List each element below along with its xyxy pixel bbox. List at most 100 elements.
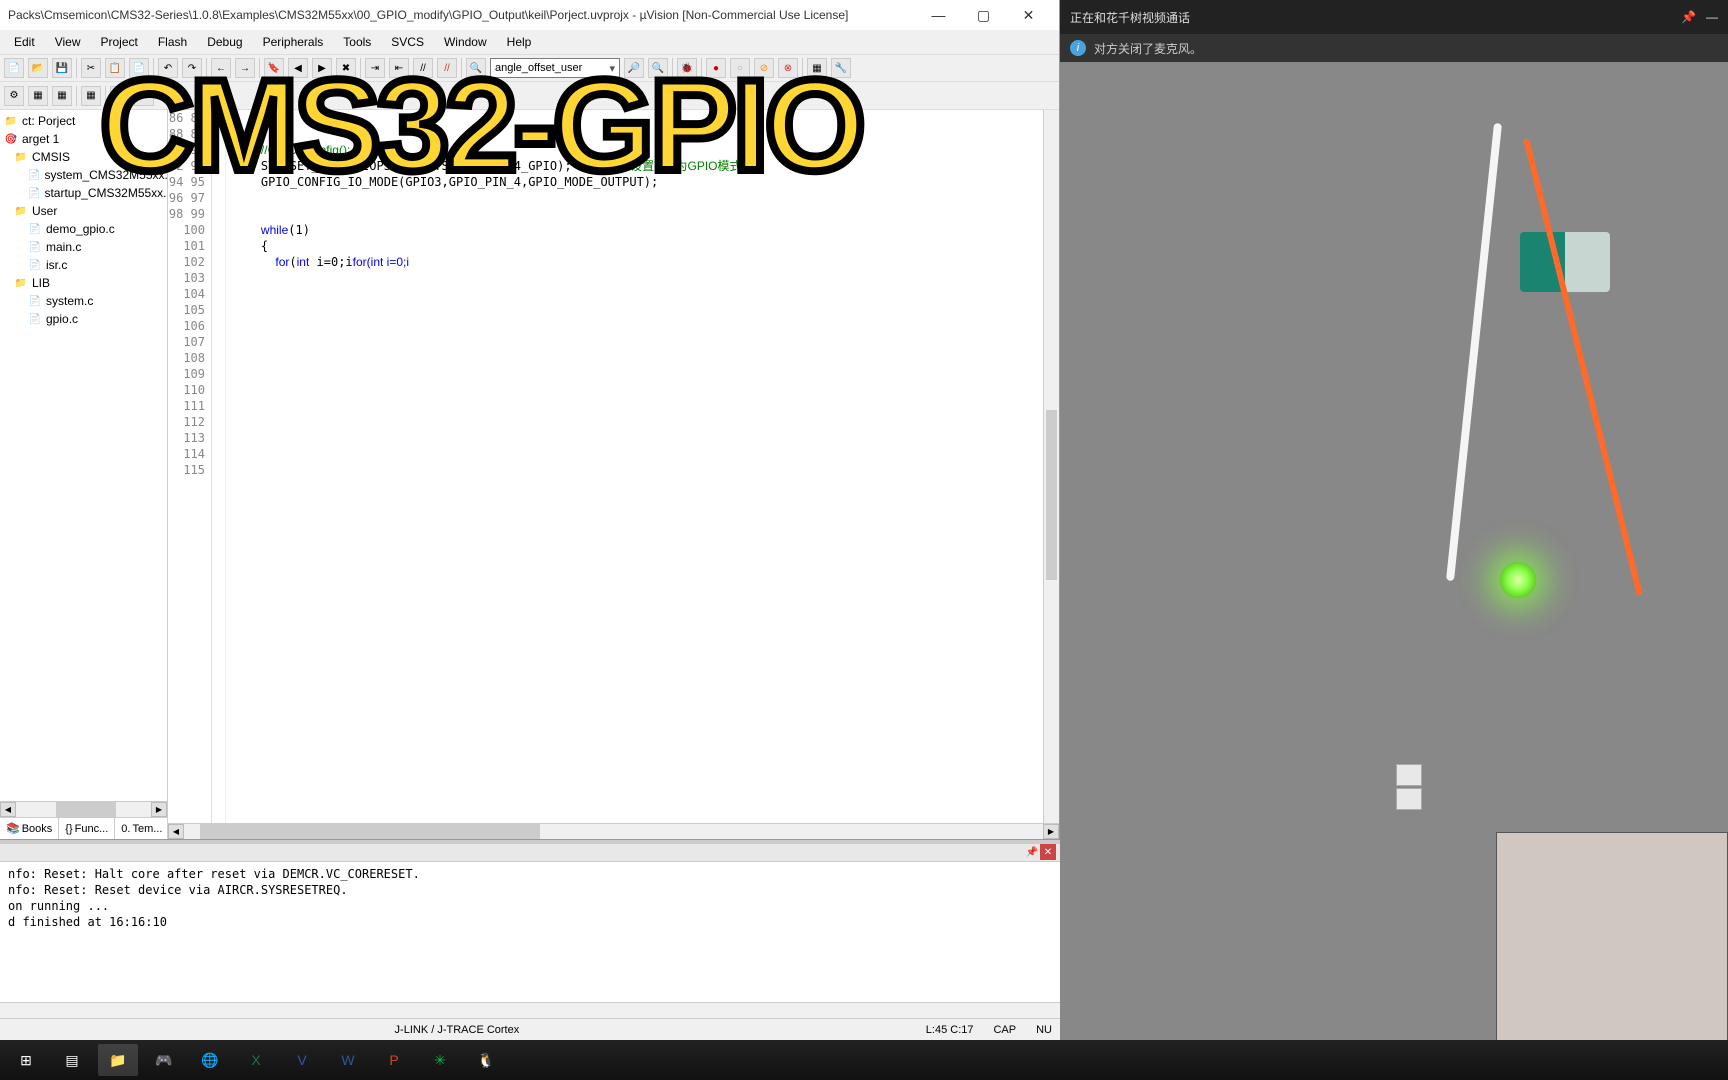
menu-edit[interactable]: Edit <box>4 32 45 52</box>
tree-group-user[interactable]: 📁User <box>0 202 167 220</box>
minimize-button[interactable]: — <box>916 0 961 30</box>
bookmark-next-button[interactable]: ▶ <box>312 58 332 78</box>
download-button[interactable]: LOAD <box>110 86 130 106</box>
scroll-right-icon[interactable]: ▶ <box>1043 824 1059 839</box>
save-button[interactable]: 💾 <box>52 58 72 78</box>
config-button[interactable]: 🔧 <box>831 58 851 78</box>
menu-debug[interactable]: Debug <box>197 32 252 52</box>
tree-group-lib[interactable]: 📁LIB <box>0 274 167 292</box>
fold-gutter[interactable] <box>212 110 226 823</box>
taskview-button[interactable]: ▤ <box>52 1044 92 1076</box>
build-batch-button[interactable]: ▦ <box>81 86 101 106</box>
uncomment-button[interactable]: // <box>437 58 457 78</box>
tab-templates[interactable]: 0.Tem... <box>115 818 169 839</box>
c-file-icon: 📄 <box>28 312 42 326</box>
tree-project-root[interactable]: 📁ct: Porject <box>0 112 167 130</box>
tree-file[interactable]: 📄demo_gpio.c <box>0 220 167 238</box>
bookmark-clear-button[interactable]: ✖ <box>336 58 356 78</box>
project-tree[interactable]: 📁ct: Porject 🎯arget 1 📁CMSIS 📄system_CMS… <box>0 110 167 801</box>
target-options-button[interactable]: ⚙ <box>134 86 154 106</box>
tree-file[interactable]: 📄system_CMS32M55xx.c <box>0 166 167 184</box>
breakpoint-button[interactable]: ● <box>706 58 726 78</box>
editor-hscrollbar[interactable]: ◀ ▶ <box>168 823 1059 839</box>
code-editor[interactable]: 86 87 88 89 90 91 92 93 94 95 96 97 98 9… <box>168 110 1059 823</box>
xbox-taskbar-icon[interactable]: 🎮 <box>144 1044 184 1076</box>
tree-group-cmsis[interactable]: 📁CMSIS <box>0 148 167 166</box>
explorer-taskbar-icon[interactable]: 📁 <box>98 1044 138 1076</box>
excel-taskbar-icon[interactable]: X <box>236 1044 276 1076</box>
menu-view[interactable]: View <box>45 32 91 52</box>
scroll-right-icon[interactable]: ▶ <box>151 802 167 817</box>
rebuild-button[interactable]: ▦ <box>52 86 72 106</box>
debug-button[interactable]: 🐞 <box>677 58 697 78</box>
menu-flash[interactable]: Flash <box>148 32 197 52</box>
scroll-thumb[interactable] <box>200 824 540 839</box>
pin-icon[interactable]: 📌 <box>1681 10 1696 24</box>
tree-target[interactable]: 🎯arget 1 <box>0 130 167 148</box>
close-button[interactable]: ✕ <box>1006 0 1051 30</box>
minimize-icon[interactable]: — <box>1706 10 1718 24</box>
menu-peripherals[interactable]: Peripherals <box>253 32 334 52</box>
redo-button[interactable]: ↷ <box>182 58 202 78</box>
tab-books[interactable]: 📚Books <box>0 818 59 839</box>
menu-project[interactable]: Project <box>90 32 147 52</box>
start-button[interactable]: ⊞ <box>6 1044 46 1076</box>
build-button[interactable]: ▦ <box>28 86 48 106</box>
wechat-taskbar-icon[interactable]: ✳ <box>420 1044 460 1076</box>
remote-video[interactable] <box>1060 62 1728 1080</box>
c-file-icon: 📄 <box>28 168 40 182</box>
ppt-taskbar-icon[interactable]: P <box>374 1044 414 1076</box>
bp-disable-button[interactable]: ○ <box>730 58 750 78</box>
output-text[interactable]: nfo: Reset: Halt core after reset via DE… <box>0 862 1060 1002</box>
translate-button[interactable]: ⚙ <box>4 86 24 106</box>
scroll-left-icon[interactable]: ◀ <box>0 802 16 817</box>
scroll-thumb[interactable] <box>1046 410 1057 580</box>
visio-taskbar-icon[interactable]: V <box>282 1044 322 1076</box>
separator <box>259 58 260 78</box>
incremental-find-button[interactable]: 🔍 <box>648 58 668 78</box>
bp-kill-button[interactable]: ⊘ <box>754 58 774 78</box>
window-layout-button[interactable]: ▦ <box>807 58 827 78</box>
code-text[interactable]: //GPIO_Config(); SYS_SET_IOCFG(IOP34CFG,… <box>226 110 1043 823</box>
cut-button[interactable]: ✂ <box>81 58 101 78</box>
word-taskbar-icon[interactable]: W <box>328 1044 368 1076</box>
outdent-button[interactable]: ⇤ <box>389 58 409 78</box>
view-button-2[interactable] <box>1396 788 1422 810</box>
bp-all-button[interactable]: ⊗ <box>778 58 798 78</box>
copy-button[interactable]: 📋 <box>105 58 125 78</box>
output-hscrollbar[interactable] <box>0 1002 1060 1018</box>
tree-file[interactable]: 📄isr.c <box>0 256 167 274</box>
bookmark-button[interactable]: 🔖 <box>264 58 284 78</box>
tree-file[interactable]: 📄startup_CMS32M55xx.s <box>0 184 167 202</box>
open-button[interactable]: 📂 <box>28 58 48 78</box>
bookmark-prev-button[interactable]: ◀ <box>288 58 308 78</box>
menu-help[interactable]: Help <box>497 32 542 52</box>
tab-functions[interactable]: {}Func... <box>59 818 115 839</box>
tree-hscrollbar[interactable]: ◀ ▶ <box>0 801 167 817</box>
qq-taskbar-icon[interactable]: 🐧 <box>466 1044 506 1076</box>
new-file-button[interactable]: 📄 <box>4 58 24 78</box>
menu-svcs[interactable]: SVCS <box>381 32 434 52</box>
indent-button[interactable]: ⇥ <box>365 58 385 78</box>
view-button-1[interactable] <box>1396 764 1422 786</box>
nav-back-button[interactable]: ← <box>211 58 231 78</box>
maximize-button[interactable]: ▢ <box>961 0 1006 30</box>
editor-vscrollbar[interactable] <box>1043 110 1059 823</box>
output-close-button[interactable]: ✕ <box>1040 844 1056 860</box>
undo-button[interactable]: ↶ <box>158 58 178 78</box>
find-next-button[interactable]: 🔎 <box>624 58 644 78</box>
nav-fwd-button[interactable]: → <box>235 58 255 78</box>
find-button[interactable]: 🔍 <box>466 58 486 78</box>
scroll-left-icon[interactable]: ◀ <box>168 824 184 839</box>
tree-file[interactable]: 📄main.c <box>0 238 167 256</box>
output-pin-button[interactable]: 📌 <box>1024 844 1040 860</box>
scroll-thumb[interactable] <box>56 802 116 817</box>
paste-button[interactable]: 📄 <box>129 58 149 78</box>
menu-tools[interactable]: Tools <box>333 32 381 52</box>
find-combo[interactable]: angle_offset_user▾ <box>490 58 620 78</box>
tree-file[interactable]: 📄system.c <box>0 292 167 310</box>
comment-button[interactable]: // <box>413 58 433 78</box>
edge-taskbar-icon[interactable]: 🌐 <box>190 1044 230 1076</box>
tree-file[interactable]: 📄gpio.c <box>0 310 167 328</box>
menu-window[interactable]: Window <box>434 32 497 52</box>
